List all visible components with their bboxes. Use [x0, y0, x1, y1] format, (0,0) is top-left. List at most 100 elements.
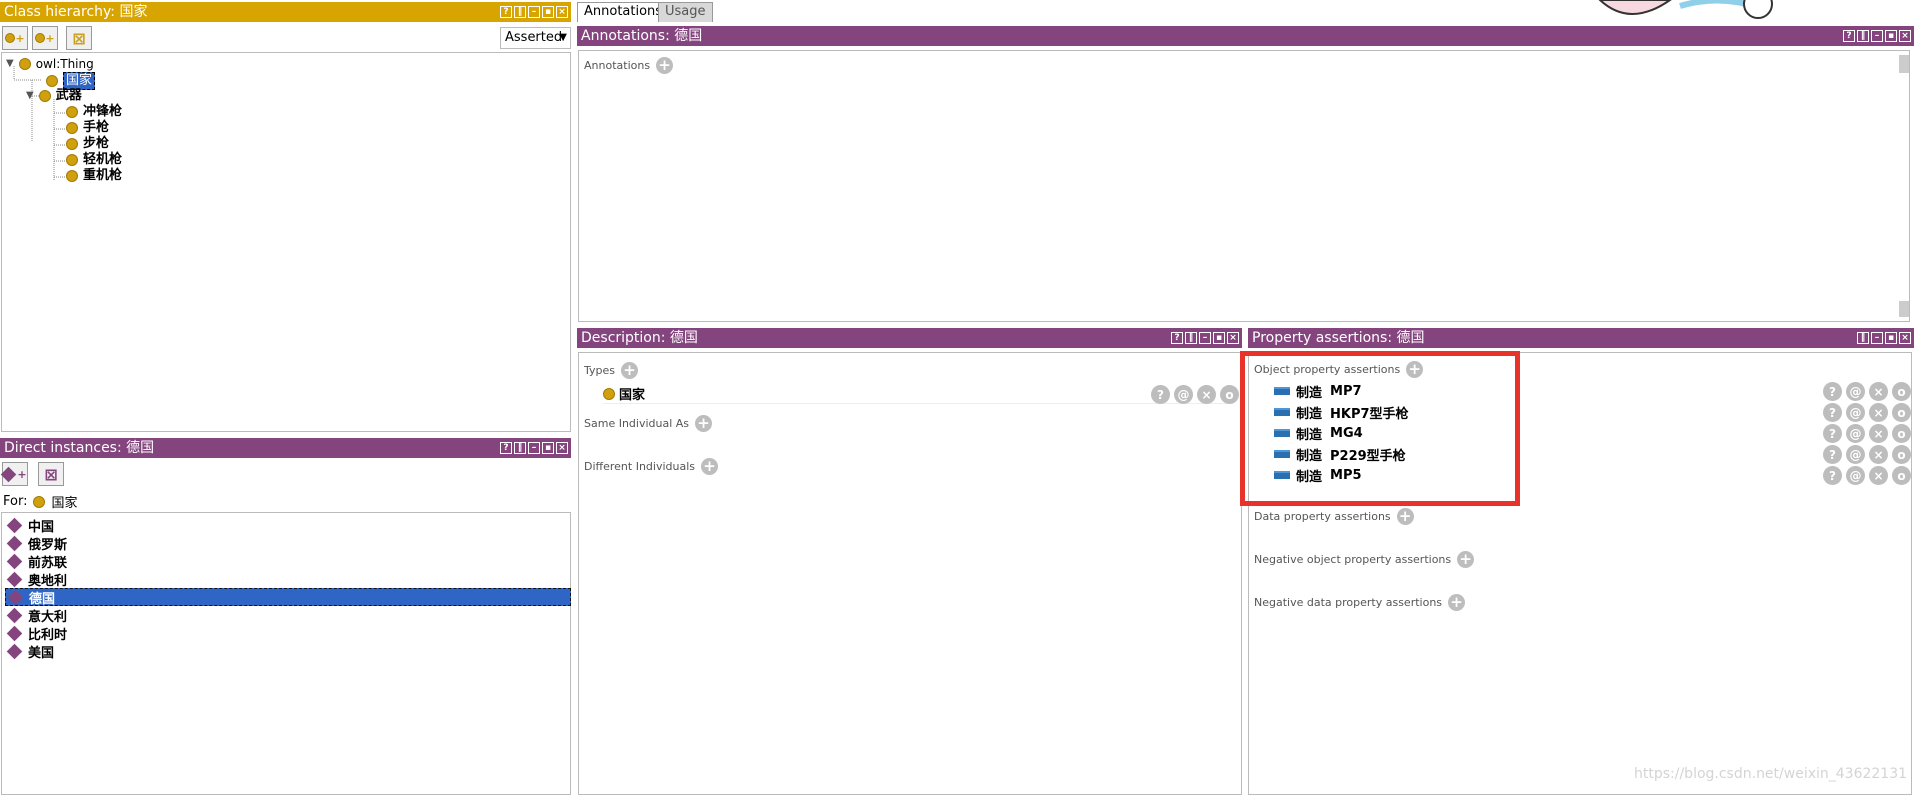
tree-node-label: 步枪	[83, 136, 110, 151]
class-icon	[66, 170, 78, 182]
add-negative-data-property-icon[interactable]: +	[1448, 594, 1466, 611]
explain-icon[interactable]: ?	[1823, 424, 1842, 443]
minimize-icon[interactable]: –	[1871, 30, 1883, 42]
annotate-icon[interactable]: @	[1846, 382, 1865, 401]
tree-node-child[interactable]: 步枪	[66, 136, 109, 152]
help-icon[interactable]: ?	[500, 442, 512, 454]
class-icon	[66, 154, 78, 166]
individual-icon	[6, 625, 23, 641]
list-item[interactable]: 比利时	[5, 624, 571, 643]
maximize-icon[interactable]: ▪	[1213, 332, 1225, 344]
negative-object-property-section: Negative object property assertions +	[1254, 551, 1475, 568]
add-different-individual-icon[interactable]: +	[701, 458, 719, 475]
minimize-icon[interactable]: –	[528, 6, 540, 18]
explain-icon[interactable]: ?	[1823, 382, 1842, 401]
maximize-icon[interactable]: ▪	[542, 442, 554, 454]
edit-icon[interactable]: o	[1892, 424, 1911, 443]
add-individual-icon	[1, 466, 17, 482]
tab-usage[interactable]: Usage	[658, 2, 713, 22]
list-item[interactable]: 意大利	[5, 606, 571, 625]
explain-icon[interactable]: ?	[1823, 445, 1842, 464]
list-item[interactable]: 中国	[5, 516, 571, 535]
close-icon[interactable]: ×	[1899, 332, 1911, 344]
explain-icon[interactable]: ?	[1151, 385, 1170, 404]
scrollbar-thumb[interactable]	[1899, 55, 1909, 73]
maximize-icon[interactable]: ▪	[1885, 332, 1897, 344]
minimize-icon[interactable]: –	[528, 442, 540, 454]
maximize-icon[interactable]: ▪	[1885, 30, 1897, 42]
annotate-icon[interactable]: @	[1846, 424, 1865, 443]
tree-node-label: 武器	[55, 88, 82, 103]
close-icon[interactable]: ×	[1899, 30, 1911, 42]
class-icon	[33, 495, 46, 508]
class-hierarchy-title: Class hierarchy: 国家	[4, 4, 148, 20]
minimize-icon[interactable]: –	[1871, 332, 1883, 344]
add-type-icon[interactable]: +	[621, 362, 638, 379]
close-icon[interactable]: ×	[556, 442, 568, 454]
edit-icon[interactable]: o	[1892, 445, 1911, 464]
collapse-icon[interactable]: ▼	[26, 88, 34, 104]
add-sibling-button[interactable]: +	[32, 26, 58, 50]
edit-icon[interactable]: o	[1892, 466, 1911, 485]
list-item[interactable]: 前苏联	[5, 552, 571, 571]
delete-icon[interactable]: ×	[1869, 445, 1888, 464]
split-icon[interactable]: ‖	[514, 6, 526, 18]
add-annotation-icon[interactable]: +	[656, 57, 674, 74]
collapse-icon[interactable]: ▼	[6, 56, 14, 72]
type-row[interactable]: 国家	[603, 384, 1233, 404]
list-item-label: 中国	[28, 519, 55, 535]
individual-icon	[6, 607, 23, 623]
edit-icon[interactable]: o	[1892, 382, 1911, 401]
annotate-icon[interactable]: @	[1846, 403, 1865, 422]
add-same-individual-icon[interactable]: +	[695, 415, 713, 432]
delete-icon[interactable]: ×	[1197, 385, 1216, 404]
close-icon[interactable]: ×	[556, 6, 568, 18]
split-icon[interactable]: ‖	[1185, 332, 1197, 344]
add-data-property-icon[interactable]: +	[1396, 508, 1414, 525]
edit-icon[interactable]: o	[1892, 403, 1911, 422]
list-item[interactable]: 奥地利	[5, 570, 571, 589]
split-icon[interactable]: ‖	[514, 442, 526, 454]
tree-node-weapon[interactable]: ▼ 武器	[26, 88, 82, 104]
list-item[interactable]: 俄罗斯	[5, 534, 571, 553]
add-subclass-button[interactable]: +	[2, 26, 28, 50]
list-item-selected[interactable]: 德国	[5, 588, 571, 607]
explain-icon[interactable]: ?	[1823, 403, 1842, 422]
tree-node-child[interactable]: 轻机枪	[66, 152, 122, 168]
minimize-icon[interactable]: –	[1199, 332, 1211, 344]
description-header: Description: 德国 ? ‖ – ▪ ×	[577, 328, 1242, 348]
tree-node-child[interactable]: 手枪	[66, 120, 109, 136]
help-icon[interactable]: ?	[1171, 332, 1183, 344]
add-negative-object-property-icon[interactable]: +	[1457, 551, 1475, 568]
delete-class-button[interactable]: ⊠	[66, 26, 92, 50]
delete-individual-button[interactable]: ⊠	[38, 462, 64, 486]
maximize-icon[interactable]: ▪	[542, 6, 554, 18]
tree-node-child[interactable]: 重机枪	[66, 168, 122, 184]
reasoner-mode-select[interactable]: Asserted ▼	[500, 27, 571, 49]
split-icon[interactable]: ‖	[1857, 30, 1869, 42]
edit-icon[interactable]: o	[1220, 385, 1239, 404]
close-icon[interactable]: ×	[1227, 332, 1239, 344]
annotate-icon[interactable]: @	[1846, 445, 1865, 464]
class-icon	[66, 122, 78, 134]
add-individual-button[interactable]: +	[1, 462, 28, 486]
tree-node-child[interactable]: 冲锋枪	[66, 104, 122, 120]
delete-icon[interactable]: ×	[1869, 466, 1888, 485]
tree-node-label: 重机枪	[83, 168, 123, 183]
window-buttons: ? ‖ – ▪ ×	[500, 442, 568, 454]
tab-annotations[interactable]: Annotations	[577, 2, 670, 22]
delete-icon[interactable]: ×	[1869, 424, 1888, 443]
help-icon[interactable]: ?	[500, 6, 512, 18]
explain-icon[interactable]: ?	[1823, 466, 1842, 485]
split-icon[interactable]: ‖	[1857, 332, 1869, 344]
tree-node-root[interactable]: ▼ owl:Thing	[6, 56, 94, 72]
list-item[interactable]: 美国	[5, 642, 571, 661]
annotate-icon[interactable]: @	[1174, 385, 1193, 404]
help-icon[interactable]: ?	[1843, 30, 1855, 42]
negative-data-property-section: Negative data property assertions +	[1254, 594, 1466, 611]
delete-icon[interactable]: ×	[1869, 382, 1888, 401]
scrollbar-thumb[interactable]	[1899, 301, 1909, 317]
delete-icon[interactable]: ×	[1869, 403, 1888, 422]
annotate-icon[interactable]: @	[1846, 466, 1865, 485]
tree-node-label: 冲锋枪	[83, 104, 123, 119]
